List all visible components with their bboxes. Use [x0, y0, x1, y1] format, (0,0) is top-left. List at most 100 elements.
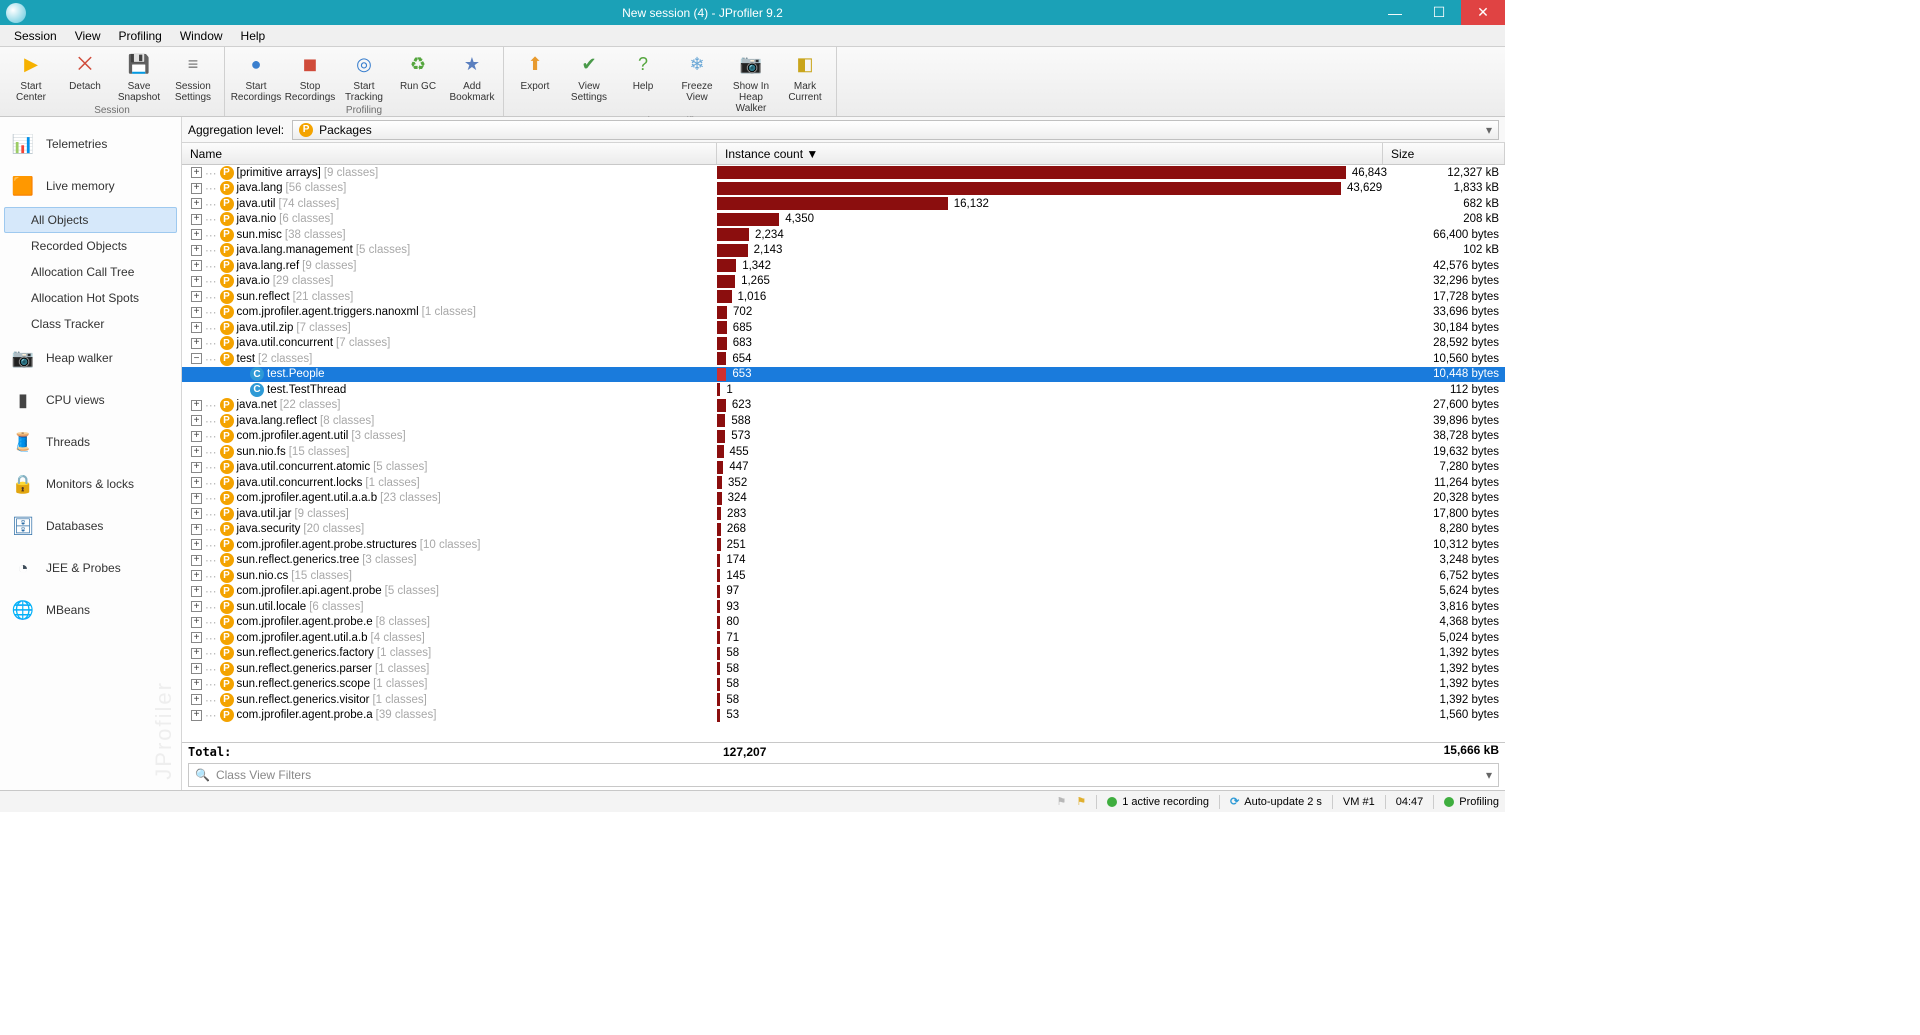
- sidebar-sub-class-tracker[interactable]: Class Tracker: [4, 311, 177, 337]
- freeze-view-button[interactable]: ❄FreezeView: [670, 49, 724, 105]
- expander-icon[interactable]: +: [191, 694, 202, 705]
- table-row[interactable]: +⋯P java.net [22 classes]62327,600 bytes: [182, 398, 1505, 414]
- table-row[interactable]: +⋯P com.jprofiler.agent.probe.structures…: [182, 537, 1505, 553]
- sidebar-sub-all-objects[interactable]: All Objects: [4, 207, 177, 233]
- table-row[interactable]: C test.People 65310,448 bytes: [182, 367, 1505, 383]
- start-tracking-button[interactable]: ◎StartTracking: [337, 49, 391, 105]
- menu-help[interactable]: Help: [233, 27, 274, 45]
- table-row[interactable]: +⋯P java.util.jar [9 classes]28317,800 b…: [182, 506, 1505, 522]
- table-row[interactable]: +⋯P java.io [29 classes]1,26532,296 byte…: [182, 274, 1505, 290]
- close-button[interactable]: ✕: [1461, 0, 1505, 25]
- expander-icon[interactable]: +: [191, 570, 202, 581]
- table-row[interactable]: +⋯P java.util.concurrent [7 classes]6832…: [182, 336, 1505, 352]
- table-row[interactable]: +⋯P sun.misc [38 classes]2,23466,400 byt…: [182, 227, 1505, 243]
- table-row[interactable]: +⋯P sun.reflect.generics.scope [1 classe…: [182, 677, 1505, 693]
- expander-icon[interactable]: +: [191, 400, 202, 411]
- expander-icon[interactable]: +: [191, 710, 202, 721]
- menu-view[interactable]: View: [67, 27, 109, 45]
- expander-icon[interactable]: +: [191, 322, 202, 333]
- expander-icon[interactable]: +: [191, 338, 202, 349]
- table-row[interactable]: +⋯P java.security [20 classes]2688,280 b…: [182, 522, 1505, 538]
- flag-icon[interactable]: ⚑: [1056, 795, 1066, 808]
- start-recordings-button[interactable]: ●StartRecordings: [229, 49, 283, 105]
- expander-icon[interactable]: +: [191, 648, 202, 659]
- table-row[interactable]: +⋯P java.lang [56 classes]43,6291,833 kB: [182, 181, 1505, 197]
- add-bookmark-button[interactable]: ★AddBookmark: [445, 49, 499, 105]
- expander-icon[interactable]: +: [191, 307, 202, 318]
- menu-profiling[interactable]: Profiling: [111, 27, 170, 45]
- sidebar-sub-recorded-objects[interactable]: Recorded Objects: [4, 233, 177, 259]
- sidebar-telemetries[interactable]: 📊Telemetries: [4, 123, 177, 165]
- table-row[interactable]: +⋯P com.jprofiler.agent.probe.e [8 class…: [182, 615, 1505, 631]
- expander-icon[interactable]: +: [191, 663, 202, 674]
- table-row[interactable]: −⋯P test [2 classes]65410,560 bytes: [182, 351, 1505, 367]
- table-body[interactable]: +⋯P [primitive arrays] [9 classes]46,843…: [182, 165, 1505, 742]
- expander-icon[interactable]: −: [191, 353, 202, 364]
- expander-icon[interactable]: +: [191, 586, 202, 597]
- expander-icon[interactable]: +: [191, 198, 202, 209]
- table-row[interactable]: +⋯P com.jprofiler.agent.util.a.b [4 clas…: [182, 630, 1505, 646]
- mark-current-button[interactable]: ◧MarkCurrent: [778, 49, 832, 105]
- expander-icon[interactable]: +: [191, 183, 202, 194]
- minimize-button[interactable]: —: [1373, 0, 1417, 25]
- recording-status[interactable]: 1 active recording: [1107, 796, 1209, 808]
- menu-session[interactable]: Session: [6, 27, 65, 45]
- column-instance-count[interactable]: Instance count ▼: [717, 143, 1383, 164]
- table-row[interactable]: +⋯P sun.reflect.generics.tree [3 classes…: [182, 553, 1505, 569]
- expander-icon[interactable]: +: [191, 229, 202, 240]
- expander-icon[interactable]: +: [191, 446, 202, 457]
- table-row[interactable]: +⋯P [primitive arrays] [9 classes]46,843…: [182, 165, 1505, 181]
- table-row[interactable]: +⋯P sun.nio.fs [15 classes]45519,632 byt…: [182, 444, 1505, 460]
- expander-icon[interactable]: +: [191, 214, 202, 225]
- sidebar-monitors-locks[interactable]: 🔒Monitors & locks: [4, 463, 177, 505]
- expander-icon[interactable]: +: [191, 167, 202, 178]
- sidebar-cpu-views[interactable]: ▮CPU views: [4, 379, 177, 421]
- table-row[interactable]: +⋯P java.util.concurrent.atomic [5 class…: [182, 460, 1505, 476]
- maximize-button[interactable]: ☐: [1417, 0, 1461, 25]
- expander-icon[interactable]: +: [191, 679, 202, 690]
- table-row[interactable]: +⋯P sun.reflect.generics.visitor [1 clas…: [182, 692, 1505, 708]
- expander-icon[interactable]: +: [191, 276, 202, 287]
- sidebar-sub-allocation-call-tree[interactable]: Allocation Call Tree: [4, 259, 177, 285]
- save-snapshot-button[interactable]: 💾SaveSnapshot: [112, 49, 166, 105]
- run-gc-button[interactable]: ♻Run GC: [391, 49, 445, 94]
- aggregation-combo[interactable]: P Packages: [292, 120, 1499, 140]
- expander-icon[interactable]: +: [191, 245, 202, 256]
- table-row[interactable]: C test.TestThread 1112 bytes: [182, 382, 1505, 398]
- table-row[interactable]: +⋯P sun.reflect.generics.factory [1 clas…: [182, 646, 1505, 662]
- help-button[interactable]: ?Help: [616, 49, 670, 94]
- stop-recordings-button[interactable]: ◼StopRecordings: [283, 49, 337, 105]
- flag-yellow-icon[interactable]: ⚑: [1076, 795, 1086, 808]
- view-settings-button[interactable]: ✔ViewSettings: [562, 49, 616, 105]
- sidebar-jee-probes[interactable]: ◔JEE & Probes: [4, 547, 177, 589]
- expander-icon[interactable]: +: [191, 260, 202, 271]
- table-row[interactable]: +⋯P java.lang.reflect [8 classes]58839,8…: [182, 413, 1505, 429]
- expander-icon[interactable]: +: [191, 431, 202, 442]
- table-row[interactable]: +⋯P com.jprofiler.agent.util [3 classes]…: [182, 429, 1505, 445]
- sidebar-live-memory[interactable]: 🟧Live memory: [4, 165, 177, 207]
- table-row[interactable]: +⋯P java.util.zip [7 classes]68530,184 b…: [182, 320, 1505, 336]
- expander-icon[interactable]: +: [191, 508, 202, 519]
- export-button[interactable]: ⬆Export: [508, 49, 562, 94]
- expander-icon[interactable]: +: [191, 539, 202, 550]
- expander-icon[interactable]: +: [191, 493, 202, 504]
- expander-icon[interactable]: +: [191, 601, 202, 612]
- table-row[interactable]: +⋯P java.util.concurrent.locks [1 classe…: [182, 475, 1505, 491]
- table-row[interactable]: +⋯P sun.reflect [21 classes]1,01617,728 …: [182, 289, 1505, 305]
- expander-icon[interactable]: +: [191, 291, 202, 302]
- session-settings-button[interactable]: ≡SessionSettings: [166, 49, 220, 105]
- expander-icon[interactable]: +: [191, 555, 202, 566]
- table-row[interactable]: +⋯P java.lang.ref [9 classes]1,34242,576…: [182, 258, 1505, 274]
- table-row[interactable]: +⋯P sun.util.locale [6 classes]933,816 b…: [182, 599, 1505, 615]
- table-row[interactable]: +⋯P com.jprofiler.agent.probe.a [39 clas…: [182, 708, 1505, 724]
- table-row[interactable]: +⋯P java.util [74 classes]16,132682 kB: [182, 196, 1505, 212]
- table-row[interactable]: +⋯P sun.nio.cs [15 classes]1456,752 byte…: [182, 568, 1505, 584]
- menu-window[interactable]: Window: [172, 27, 231, 45]
- expander-icon[interactable]: +: [191, 477, 202, 488]
- table-row[interactable]: +⋯P com.jprofiler.agent.util.a.a.b [23 c…: [182, 491, 1505, 507]
- column-name[interactable]: Name: [182, 143, 717, 164]
- table-row[interactable]: +⋯P com.jprofiler.api.agent.probe [5 cla…: [182, 584, 1505, 600]
- sidebar-sub-allocation-hot-spots[interactable]: Allocation Hot Spots: [4, 285, 177, 311]
- sidebar-mbeans[interactable]: 🌐MBeans: [4, 589, 177, 631]
- expander-icon[interactable]: +: [191, 462, 202, 473]
